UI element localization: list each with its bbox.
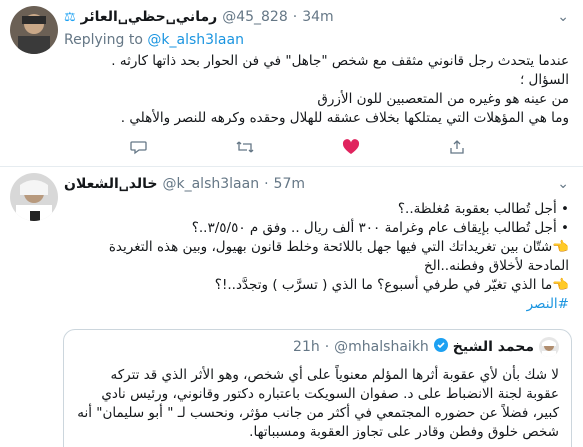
scales-icon: ⚖ <box>64 9 76 25</box>
tweet-1[interactable]: ⚖ رماني␣حظي␣العائر @45_828 · 34m ⌄ Reply… <box>0 0 583 165</box>
avatar[interactable] <box>10 173 58 221</box>
chevron-down-icon[interactable]: ⌄ <box>557 176 569 192</box>
user-handle[interactable]: @k_alsh3laan <box>163 176 260 192</box>
dot-separator: · <box>324 339 330 355</box>
avatar[interactable] <box>10 6 58 54</box>
dot-separator: · <box>292 9 298 25</box>
like-icon[interactable] <box>340 137 362 157</box>
tweet-line: 👈ما الذي تغيّر في طرفي أسبوع؟ ما الذي ( … <box>214 277 569 293</box>
display-name[interactable]: محمد الشيخ <box>453 339 534 355</box>
tweet-line: السؤال ؛ <box>519 72 569 88</box>
user-handle[interactable]: @45_828 <box>222 9 288 25</box>
user-handle[interactable]: @mhalshaikh <box>334 339 429 355</box>
retweet-icon[interactable] <box>234 137 256 157</box>
tweet-line: • أجل تُطالب بإيقاف عام وغرامة ٣٠٠ ألف ر… <box>191 220 569 236</box>
timestamp[interactable]: 34m <box>302 9 333 25</box>
display-name[interactable]: رماني␣حظي␣العائر <box>81 9 218 25</box>
avatar[interactable] <box>539 337 559 357</box>
display-name[interactable]: خالد␣الشعلان <box>64 176 158 192</box>
replying-to-link[interactable]: @k_alsh3laan <box>147 32 244 48</box>
quoted-tweet[interactable]: 21h · @mhalshaikh محمد الشيخ لا شك بأن ل… <box>63 329 572 447</box>
tweet-header: ⚖ رماني␣حظي␣العائر @45_828 · 34m <box>64 9 334 25</box>
dot-separator: · <box>264 176 269 192</box>
replying-to: Replying to @k_alsh3laan <box>64 32 244 48</box>
tweet-text: عندما يتحدث رجل قانوني مثقف مع شخص "جاهل… <box>64 52 569 128</box>
tweet-line: من عينه هو وغيره من المتعصبين للون الأزر… <box>317 91 569 107</box>
hashtag-link[interactable]: #النصر <box>527 296 569 312</box>
timestamp[interactable]: 57m <box>274 176 305 192</box>
verified-badge-icon <box>433 338 448 356</box>
quoted-tweet-text: لا شك بأن لأي عقوبة أثرها المؤلم معنوياً… <box>77 367 559 440</box>
tweet-line: 👈شتّان بين تغريداتك التي فيها جهل باللائ… <box>108 239 569 274</box>
tweet-text: • أجل تُطالب بعقوبة مُغلظة..؟ • أجل تُطا… <box>64 200 569 314</box>
timestamp[interactable]: 21h <box>293 339 320 355</box>
reply-icon[interactable] <box>128 137 150 157</box>
tweet-line: وما هي المؤهلات التي يمتلكها بخلاف عشقه … <box>120 110 569 126</box>
chevron-down-icon[interactable]: ⌄ <box>557 9 569 25</box>
tweet-line: عندما يتحدث رجل قانوني مثقف مع شخص "جاهل… <box>111 53 569 69</box>
tweet-header: خالد␣الشعلان @k_alsh3laan · 57m <box>64 176 305 192</box>
share-icon[interactable] <box>446 137 468 157</box>
replying-to-label: Replying to <box>64 32 143 48</box>
tweet-line: • أجل تُطالب بعقوبة مُغلظة..؟ <box>397 201 569 217</box>
tweet-actions <box>128 137 468 157</box>
quoted-tweet-header: 21h · @mhalshaikh محمد الشيخ <box>293 337 559 357</box>
